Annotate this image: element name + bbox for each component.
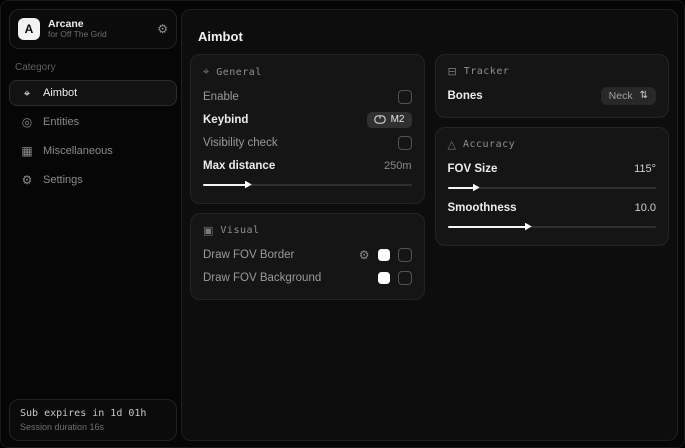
accuracy-card: △ Accuracy FOV Size 115° Smoothness [435,127,670,246]
session-duration-text: Session duration 16s [20,422,166,432]
keybind-value: M2 [391,114,405,125]
grid-icon: ▦ [20,144,34,158]
tracker-card: ⊟ Tracker Bones Neck ⇅ [435,54,670,118]
visual-card-header: ▣ Visual [203,224,412,237]
bones-selected-value: Neck [609,90,633,102]
visual-icon: ▣ [203,224,213,237]
smoothness-value: 10.0 [635,202,656,214]
fov-border-row: Draw FOV Border ⚙ [203,243,412,266]
sidebar-item-entities[interactable]: ◎ Entities [9,109,177,135]
general-icon: ⌖ [203,65,209,79]
bones-dropdown[interactable]: Neck ⇅ [601,87,656,105]
tracker-card-title: Tracker [464,66,510,77]
crosshair-icon: ⌖ [20,86,34,101]
smoothness-slider[interactable] [448,222,657,231]
max-distance-label: Max distance [203,160,275,172]
gear-icon: ⚙ [20,173,34,187]
max-distance-slider[interactable] [203,180,412,189]
subscription-card: Sub expires in 1d 01h Session duration 1… [9,399,177,441]
fov-border-color-swatch[interactable] [378,249,390,261]
updown-arrows-icon: ⇅ [640,90,648,101]
enable-label: Enable [203,91,239,103]
brand-card: A Arcane for Off The Grid ⚙ [9,9,177,49]
visibility-check-label: Visibility check [203,137,278,149]
app-logo: A [18,18,40,40]
fov-size-row: FOV Size 115° [448,157,657,180]
category-label: Category [15,62,177,73]
fov-size-label: FOV Size [448,163,498,175]
fov-size-value: 115° [634,163,656,175]
fov-border-checkbox[interactable] [398,248,412,262]
visibility-check-checkbox[interactable] [398,136,412,150]
sidebar: A Arcane for Off The Grid ⚙ Category ⌖ A… [9,9,177,441]
slider-thumb[interactable] [473,184,480,192]
max-distance-row: Max distance 250m [203,154,412,177]
max-distance-value: 250m [384,160,412,172]
smoothness-label: Smoothness [448,202,517,214]
sidebar-item-label: Entities [43,116,79,128]
slider-fill [448,226,527,228]
slider-fill [448,187,475,189]
accuracy-card-title: Accuracy [463,139,515,150]
visibility-check-row: Visibility check [203,131,412,154]
sidebar-item-label: Miscellaneous [43,145,113,157]
accuracy-icon: △ [448,138,456,151]
sidebar-item-settings[interactable]: ⚙ Settings [9,167,177,193]
tracker-icon: ⊟ [448,65,457,78]
tracker-card-header: ⊟ Tracker [448,65,657,78]
accuracy-card-header: △ Accuracy [448,138,657,151]
settings-gear-icon[interactable]: ⚙ [157,22,168,36]
enable-row: Enable [203,85,412,108]
visual-card-title: Visual [220,225,259,236]
general-card: ⌖ General Enable Keybind M2 [190,54,425,204]
keybind-row: Keybind M2 [203,108,412,131]
slider-fill [203,184,247,186]
mouse-icon [374,115,386,124]
fov-background-checkbox[interactable] [398,271,412,285]
fov-size-slider[interactable] [448,183,657,192]
eye-icon: ◎ [20,115,34,129]
bones-row: Bones Neck ⇅ [448,84,657,107]
sidebar-menu: ⌖ Aimbot ◎ Entities ▦ Miscellaneous ⚙ Se… [9,80,177,193]
sidebar-item-miscellaneous[interactable]: ▦ Miscellaneous [9,138,177,164]
brand-text: Arcane for Off The Grid [48,18,149,40]
visual-card: ▣ Visual Draw FOV Border ⚙ Draw FOV Back… [190,213,425,300]
smoothness-row: Smoothness 10.0 [448,196,657,219]
fov-border-label: Draw FOV Border [203,249,294,261]
sidebar-item-label: Aimbot [43,87,77,99]
slider-thumb[interactable] [245,181,252,189]
keybind-label: Keybind [203,114,248,126]
keybind-button[interactable]: M2 [367,112,412,128]
main-panel: Aimbot ⌖ General Enable Keybind [181,9,678,441]
sidebar-item-label: Settings [43,174,83,186]
fov-border-gear-icon[interactable]: ⚙ [359,248,370,262]
sidebar-item-aimbot[interactable]: ⌖ Aimbot [9,80,177,106]
app-window: A Arcane for Off The Grid ⚙ Category ⌖ A… [0,0,685,448]
fov-background-row: Draw FOV Background [203,266,412,289]
bones-label: Bones [448,90,483,102]
page-title: Aimbot [198,29,669,44]
general-card-header: ⌖ General [203,65,412,79]
slider-thumb[interactable] [525,223,532,231]
fov-background-color-swatch[interactable] [378,272,390,284]
app-subtitle: for Off The Grid [48,30,149,40]
fov-background-label: Draw FOV Background [203,272,321,284]
enable-checkbox[interactable] [398,90,412,104]
sub-expires-text: Sub expires in 1d 01h [20,408,166,419]
general-card-title: General [216,67,262,78]
